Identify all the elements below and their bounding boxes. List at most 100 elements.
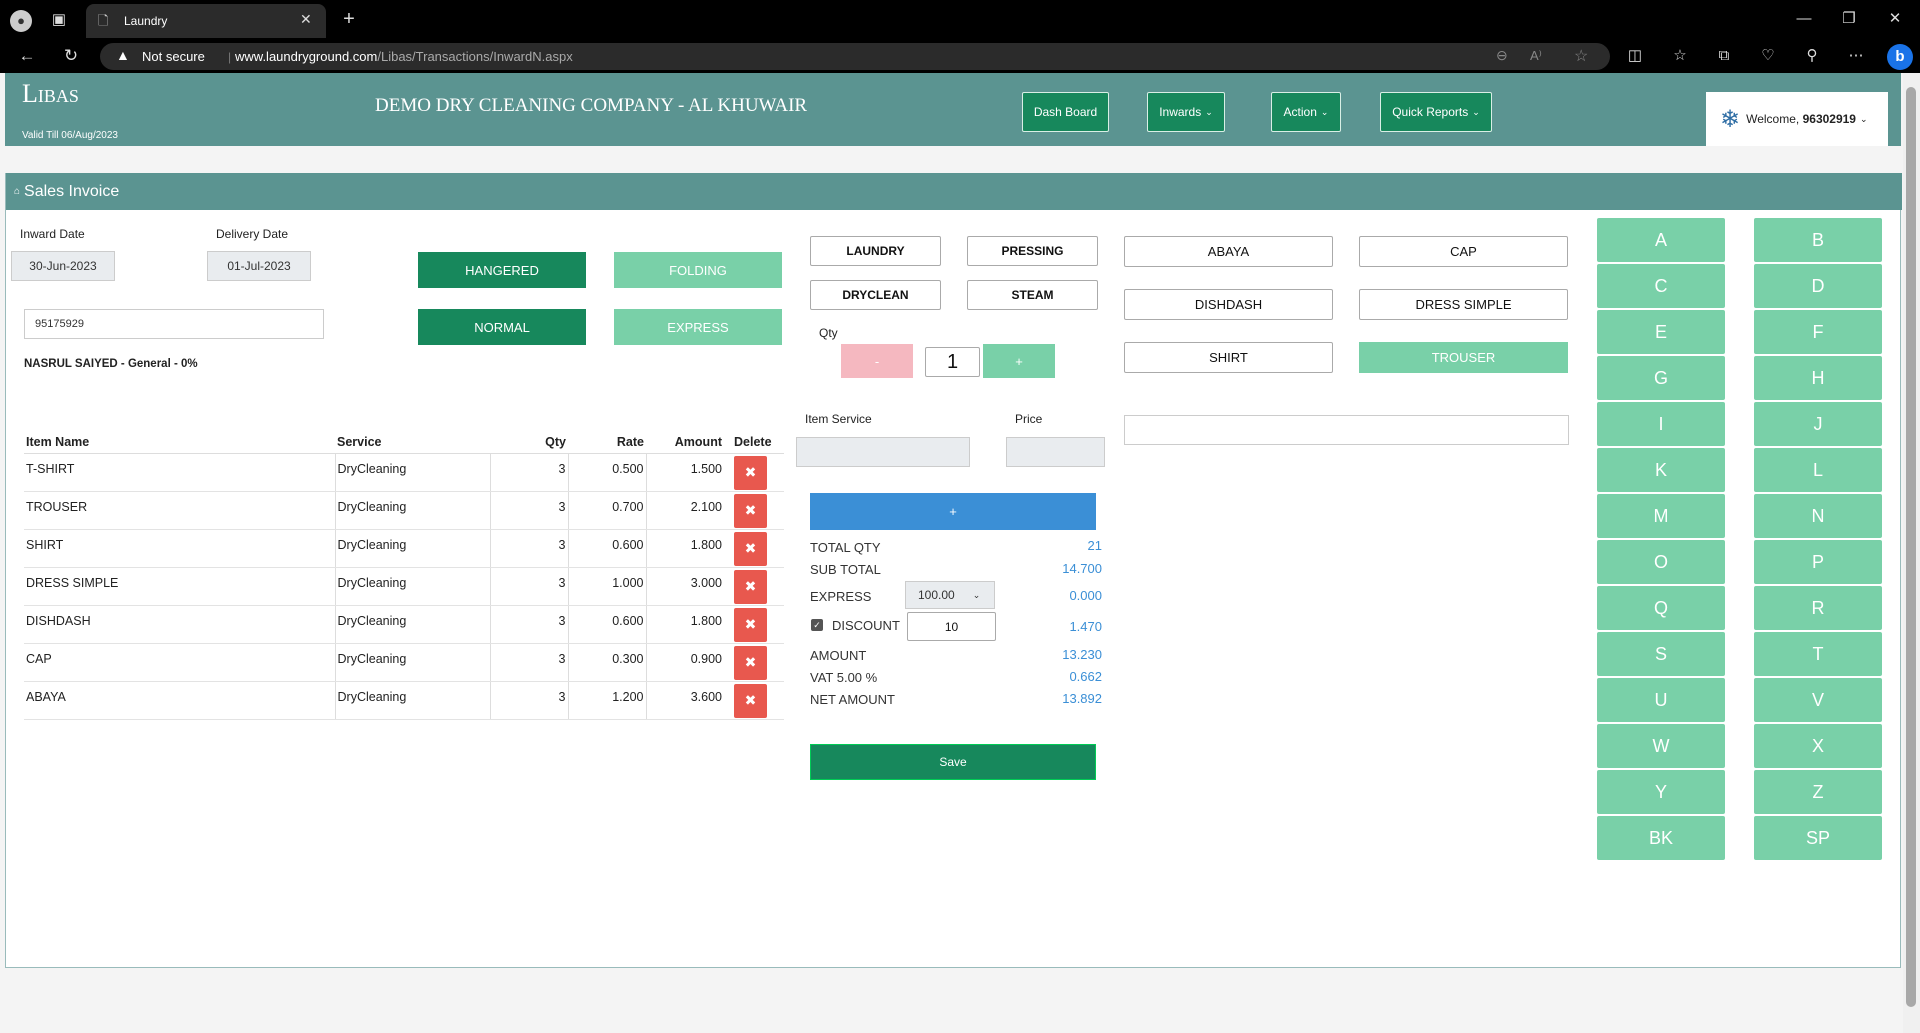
letter-v-button[interactable]: V xyxy=(1754,678,1882,722)
letter-q-button[interactable]: Q xyxy=(1597,586,1725,630)
service-pressing-button[interactable]: PRESSING xyxy=(967,236,1098,266)
letter-b-button[interactable]: B xyxy=(1754,218,1882,262)
cell-amount: 1.800 xyxy=(645,605,724,644)
chevron-down-icon: ⌄ xyxy=(1320,106,1329,117)
delete-row-button[interactable]: ✖ xyxy=(734,645,767,680)
garment-search-field[interactable] xyxy=(1124,415,1569,445)
delete-row-button[interactable]: ✖ xyxy=(734,569,767,604)
action-menu[interactable]: Action ⌄ xyxy=(1271,92,1341,132)
browser-tab[interactable]: 🗋 Laundry ✕ xyxy=(86,4,326,38)
collections-icon[interactable]: ⧉ xyxy=(1713,46,1735,66)
service-steam-button[interactable]: STEAM xyxy=(967,280,1098,310)
letter-w-button[interactable]: W xyxy=(1597,724,1725,768)
letter-r-button[interactable]: R xyxy=(1754,586,1882,630)
delete-row-button[interactable]: ✖ xyxy=(734,493,767,528)
minimize-icon[interactable]: — xyxy=(1793,9,1815,29)
more-icon[interactable]: ⋯ xyxy=(1845,46,1867,66)
letter-x-button[interactable]: X xyxy=(1754,724,1882,768)
close-tab-icon[interactable]: ✕ xyxy=(300,11,312,28)
split-screen-icon[interactable]: ◫ xyxy=(1624,46,1646,66)
garment-dishdash-button[interactable]: DISHDASH xyxy=(1124,289,1333,320)
delete-row-button[interactable]: ✖ xyxy=(734,607,767,642)
discount-checkbox[interactable]: ✓ xyxy=(811,619,823,631)
close-window-icon[interactable]: ✕ xyxy=(1884,9,1906,29)
garment-abaya-button[interactable]: ABAYA xyxy=(1124,236,1333,267)
back-icon[interactable]: ← xyxy=(16,46,38,66)
inwards-menu[interactable]: Inwards ⌄ xyxy=(1147,92,1225,132)
cell-qty: 3 xyxy=(489,567,568,606)
quick-reports-menu[interactable]: Quick Reports ⌄ xyxy=(1380,92,1492,132)
dashboard-button[interactable]: Dash Board xyxy=(1022,92,1109,132)
letter-p-button[interactable]: P xyxy=(1754,540,1882,584)
profile-icon[interactable]: ● xyxy=(10,10,32,32)
letter-sp-button[interactable]: SP xyxy=(1754,816,1882,860)
delivery-date-field[interactable]: 01-Jul-2023 xyxy=(207,251,311,281)
letter-c-button[interactable]: C xyxy=(1597,264,1725,308)
col-qty: Qty xyxy=(490,432,568,454)
qty-minus-button[interactable]: - xyxy=(841,344,913,378)
delete-row-button[interactable]: ✖ xyxy=(734,531,767,566)
refresh-icon[interactable]: ↻ xyxy=(60,46,82,66)
letter-l-button[interactable]: L xyxy=(1754,448,1882,492)
app-logo[interactable]: Libas xyxy=(22,79,79,109)
qty-plus-button[interactable]: + xyxy=(983,344,1055,378)
favorites-icon[interactable]: ☆ xyxy=(1669,46,1691,66)
normal-button[interactable]: NORMAL xyxy=(418,309,586,345)
letter-f-button[interactable]: F xyxy=(1754,310,1882,354)
total-qty-value: 21 xyxy=(1087,538,1102,553)
qty-input[interactable]: 1 xyxy=(925,347,980,377)
garment-cap-button[interactable]: CAP xyxy=(1359,236,1568,267)
zoom-icon[interactable]: ⊖ xyxy=(1496,47,1508,64)
price-label: Price xyxy=(1015,412,1043,426)
scrollbar-thumb[interactable] xyxy=(1906,87,1916,1007)
letter-e-button[interactable]: E xyxy=(1597,310,1725,354)
garment-shirt-button[interactable]: SHIRT xyxy=(1124,342,1333,373)
hangered-button[interactable]: HANGERED xyxy=(418,252,586,288)
url-bar[interactable]: ▲ Not secure | www.laundryground.com/Lib… xyxy=(100,43,1610,70)
folding-button[interactable]: FOLDING xyxy=(614,252,782,288)
restore-icon[interactable]: ❐ xyxy=(1838,9,1860,29)
delete-row-button[interactable]: ✖ xyxy=(734,683,767,718)
letter-k-button[interactable]: K xyxy=(1597,448,1725,492)
letter-i-button[interactable]: I xyxy=(1597,402,1725,446)
browser-essentials-icon[interactable]: ♡ xyxy=(1757,46,1779,66)
favorite-star-icon[interactable]: ☆ xyxy=(1574,46,1588,66)
customer-phone-field[interactable]: 95175929 xyxy=(24,309,324,339)
letter-o-button[interactable]: O xyxy=(1597,540,1725,584)
item-service-field[interactable] xyxy=(796,437,970,467)
save-button[interactable]: Save xyxy=(810,744,1096,780)
cell-item-name: DISHDASH xyxy=(24,605,335,644)
letter-d-button[interactable]: D xyxy=(1754,264,1882,308)
letter-t-button[interactable]: T xyxy=(1754,632,1882,676)
express-percent-value: 100.00 xyxy=(918,588,955,602)
letter-a-button[interactable]: A xyxy=(1597,218,1725,262)
copilot-icon[interactable]: b xyxy=(1887,44,1913,70)
items-table: Item Name Service Qty Rate Amount Delete… xyxy=(24,432,784,720)
letter-n-button[interactable]: N xyxy=(1754,494,1882,538)
tab-actions-icon[interactable]: ▣ xyxy=(48,10,70,30)
letter-m-button[interactable]: M xyxy=(1597,494,1725,538)
user-menu[interactable]: ❄ Welcome, 96302919 ⌄ xyxy=(1706,92,1888,146)
service-dryclean-button[interactable]: DRYCLEAN xyxy=(810,280,941,310)
delete-row-button[interactable]: ✖ xyxy=(734,455,767,490)
read-aloud-icon[interactable]: A⁾ xyxy=(1530,48,1542,64)
price-field[interactable] xyxy=(1006,437,1105,467)
extensions-icon[interactable]: ⚲ xyxy=(1801,46,1823,66)
new-tab-icon[interactable]: + xyxy=(338,9,360,29)
express-button[interactable]: EXPRESS xyxy=(614,309,782,345)
discount-value: 1.470 xyxy=(1069,619,1102,634)
letter-y-button[interactable]: Y xyxy=(1597,770,1725,814)
url-divider: | xyxy=(228,50,232,64)
garment-trouser-button[interactable]: TROUSER xyxy=(1359,342,1568,373)
add-item-button[interactable]: + xyxy=(810,493,1096,530)
letter-g-button[interactable]: G xyxy=(1597,356,1725,400)
letter-j-button[interactable]: J xyxy=(1754,402,1882,446)
letter-bk-button[interactable]: BK xyxy=(1597,816,1725,860)
inward-date-field[interactable]: 30-Jun-2023 xyxy=(11,251,115,281)
garment-dress-simple-button[interactable]: DRESS SIMPLE xyxy=(1359,289,1568,320)
letter-z-button[interactable]: Z xyxy=(1754,770,1882,814)
service-laundry-button[interactable]: LAUNDRY xyxy=(810,236,941,266)
letter-s-button[interactable]: S xyxy=(1597,632,1725,676)
letter-u-button[interactable]: U xyxy=(1597,678,1725,722)
letter-h-button[interactable]: H xyxy=(1754,356,1882,400)
